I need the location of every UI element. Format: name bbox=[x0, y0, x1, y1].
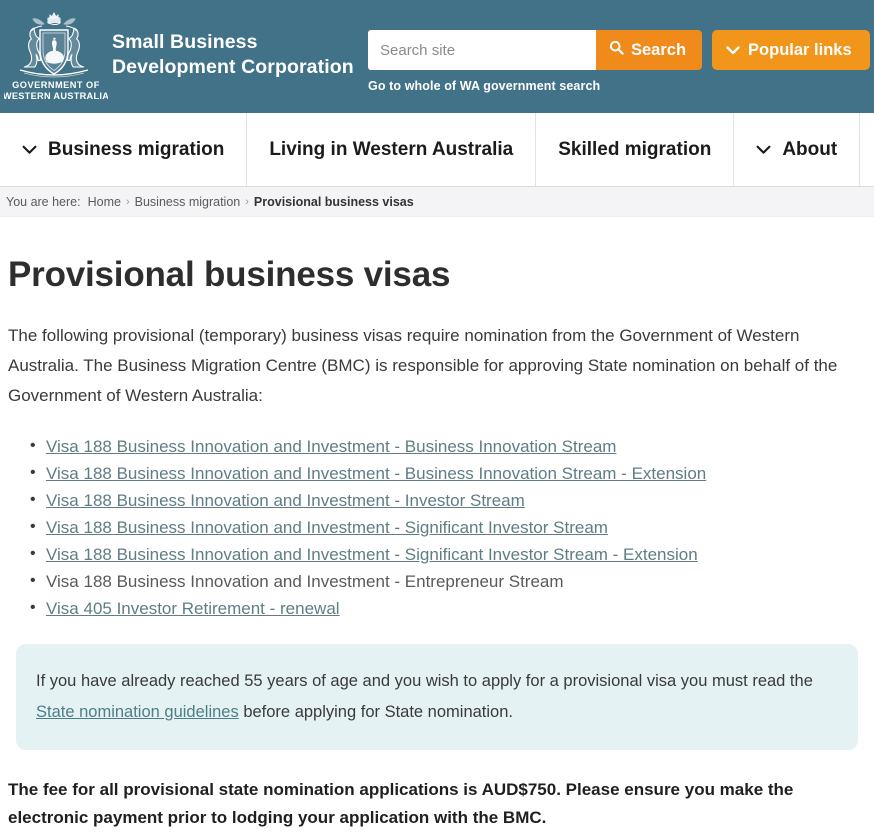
chevron-down-icon bbox=[756, 145, 771, 155]
callout-text: If you have already reached 55 years of … bbox=[36, 666, 840, 728]
visa-link[interactable]: Visa 188 Business Innovation and Investm… bbox=[46, 518, 608, 537]
list-item: Visa 188 Business Innovation and Investm… bbox=[30, 486, 866, 514]
search-input[interactable] bbox=[368, 30, 596, 70]
search-button[interactable]: Search bbox=[596, 30, 703, 70]
breadcrumb-item-business-migration[interactable]: Business migration bbox=[135, 195, 241, 209]
wa-coat-of-arms-icon: GOVERNMENT OF WESTERN AUSTRALIA bbox=[4, 4, 108, 108]
nav-item-skilled-migration[interactable]: Skilled migration bbox=[536, 113, 735, 186]
visa-list: Visa 188 Business Innovation and Investm… bbox=[8, 432, 866, 622]
callout-text-after: before applying for State nomination. bbox=[238, 703, 513, 721]
list-item: Visa 188 Business Innovation and Investm… bbox=[30, 459, 866, 487]
breadcrumb-separator: › bbox=[245, 195, 249, 208]
crest-line1: GOVERNMENT OF bbox=[12, 80, 100, 90]
intro-paragraph: The following provisional (temporary) bu… bbox=[8, 326, 838, 405]
search-icon bbox=[609, 40, 624, 60]
list-item: Visa 188 Business Innovation and Investm… bbox=[30, 567, 866, 595]
callout-text-before: If you have already reached 55 years of … bbox=[36, 672, 813, 690]
brand-line-1: Small Business bbox=[112, 31, 258, 53]
visa-link[interactable]: Visa 188 Business Innovation and Investm… bbox=[46, 464, 706, 483]
search-row: Search Popular links bbox=[368, 30, 870, 70]
visa-link[interactable]: Visa 405 Investor Retirement - renewal bbox=[46, 599, 340, 618]
brand-line-2: Development Corporation bbox=[112, 56, 354, 78]
nav-item-label: Business migration bbox=[48, 138, 225, 160]
list-item: Visa 188 Business Innovation and Investm… bbox=[30, 432, 866, 460]
list-item: Visa 188 Business Innovation and Investm… bbox=[30, 513, 866, 541]
search-button-label: Search bbox=[631, 40, 687, 59]
nav-item-living-in-western-australia[interactable]: Living in Western Australia bbox=[247, 113, 537, 186]
chevron-down-icon bbox=[726, 41, 740, 60]
popular-links-label: Popular links bbox=[748, 40, 852, 59]
main-content: Provisional business visas The following… bbox=[0, 255, 874, 832]
breadcrumb: You are here: Home › Business migration … bbox=[0, 187, 874, 217]
visa-text-plain: Visa 188 Business Innovation and Investm… bbox=[46, 572, 564, 591]
nav-item-label: Living in Western Australia bbox=[269, 138, 514, 160]
breadcrumb-separator: › bbox=[125, 195, 130, 208]
breadcrumb-item-current: Provisional business visas bbox=[253, 194, 414, 209]
crest-line2: WESTERN AUSTRALIA bbox=[4, 91, 108, 101]
visa-link[interactable]: Visa 188 Business Innovation and Investm… bbox=[46, 545, 698, 564]
nav-item-label: About bbox=[782, 138, 838, 160]
main-navigation: Business migration Living in Western Aus… bbox=[0, 113, 874, 187]
header-search-area: Search Popular links Go to whole of WA g… bbox=[368, 30, 870, 93]
visa-link[interactable]: Visa 188 Business Innovation and Investm… bbox=[46, 491, 525, 510]
list-item: Visa 405 Investor Retirement - renewal bbox=[30, 594, 866, 622]
breadcrumb-label: You are here: bbox=[6, 194, 81, 209]
nav-item-label: Skilled migration bbox=[558, 138, 712, 160]
site-title: Small Business Development Corporation bbox=[108, 4, 354, 80]
breadcrumb-item-home[interactable]: Home bbox=[88, 195, 121, 209]
chevron-down-icon bbox=[22, 145, 37, 155]
site-brand[interactable]: GOVERNMENT OF WESTERN AUSTRALIA Small Bu… bbox=[0, 0, 354, 108]
list-item: Visa 188 Business Innovation and Investm… bbox=[30, 540, 866, 568]
nav-item-business-migration[interactable]: Business migration bbox=[0, 113, 248, 186]
fee-note: The fee for all provisional state nomina… bbox=[8, 780, 794, 827]
visa-link[interactable]: Visa 188 Business Innovation and Investm… bbox=[46, 437, 616, 456]
age-requirement-callout: If you have already reached 55 years of … bbox=[16, 644, 858, 750]
nav-item-about[interactable]: About bbox=[734, 113, 861, 186]
page-title: Provisional business visas bbox=[8, 255, 451, 294]
wa-gov-search-link[interactable]: Go to whole of WA government search bbox=[368, 79, 870, 93]
site-header: GOVERNMENT OF WESTERN AUSTRALIA Small Bu… bbox=[0, 0, 874, 113]
popular-links-button[interactable]: Popular links bbox=[712, 30, 870, 70]
state-nomination-guidelines-link[interactable]: State nomination guidelines bbox=[36, 703, 239, 721]
